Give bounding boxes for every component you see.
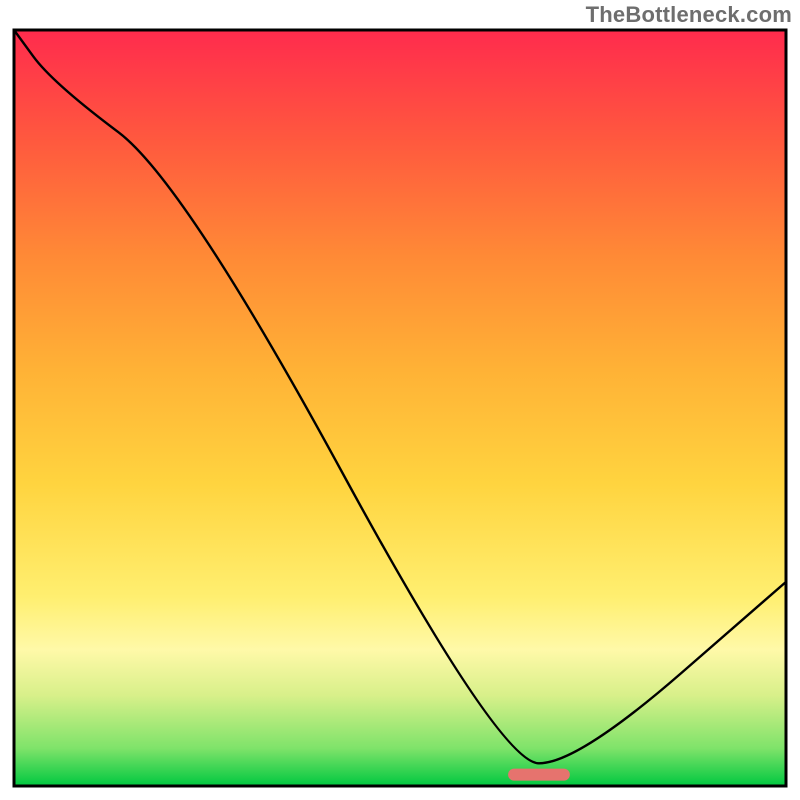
- watermark-label: TheBottleneck.com: [586, 2, 792, 28]
- plot-area: [14, 30, 786, 786]
- bottleneck-chart: [0, 0, 800, 800]
- chart-container: TheBottleneck.com: [0, 0, 800, 800]
- optimum-marker: [508, 769, 570, 781]
